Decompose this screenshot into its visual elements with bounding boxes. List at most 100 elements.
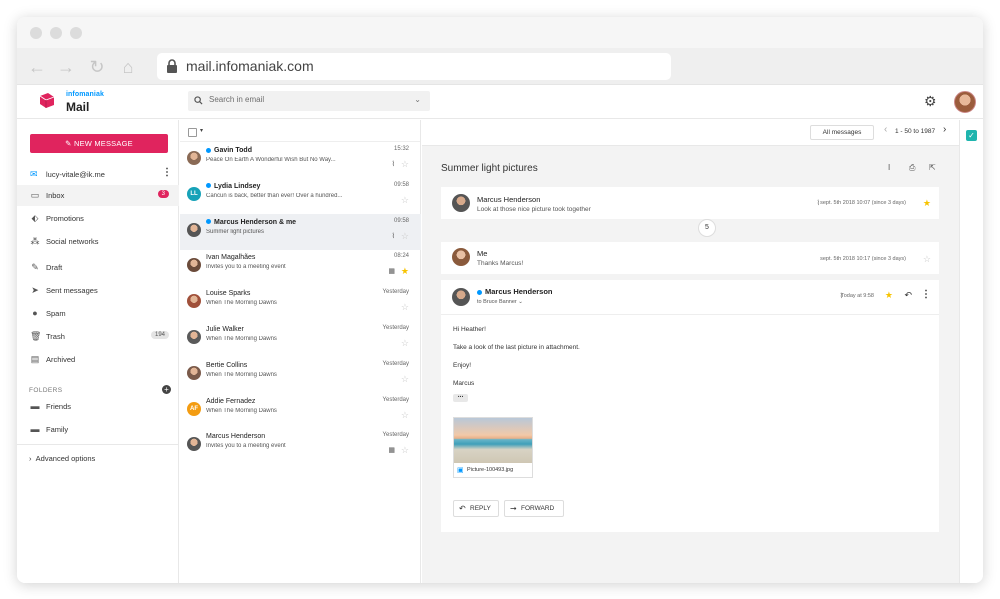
calendar-icon: ▦ [388,268,395,276]
archive-icon: ▤ [30,354,40,364]
message-preview: Cancun is back, better than ever! Over a… [206,192,343,199]
star-icon[interactable]: ☆ [401,445,409,456]
sidebar-item-spam[interactable]: ● Spam [17,303,179,324]
list-item[interactable]: Gavin Todd Peace On Earth A Wonderful Wis… [180,142,421,178]
sidebar-item-promotions[interactable]: ⬖ Promotions [17,208,179,229]
sidebar-item-inbox[interactable]: ▭ Inbox 3 [17,185,179,206]
window-maximize-dot[interactable] [70,27,82,39]
list-item[interactable]: Marcus Henderson & me Summer light pictur… [180,213,421,250]
star-icon[interactable]: ★ [401,266,409,277]
unread-dot [206,147,211,153]
address-bar[interactable]: mail.infomaniak.com [157,53,671,80]
sidebar-item-label: Friends [46,402,72,411]
attachment-filename: Picture-100493.jpg [467,467,514,473]
collapsed-count-badge[interactable]: 5 [698,219,716,237]
mail-icon: ✉ [30,169,38,179]
sidebar-item-label: Spam [46,309,66,318]
star-icon[interactable]: ☆ [401,231,409,242]
select-all-checkbox[interactable] [188,128,197,137]
calendar-app-icon[interactable]: ✓ [966,130,977,141]
browser-titlebar [17,17,983,48]
message-collapsed[interactable]: Me Thanks Marcus! sept. 5th 2018 10:17 (… [441,242,939,274]
avatar [452,194,470,212]
url-text: mail.infomaniak.com [186,58,314,74]
sidebar-folder-friends[interactable]: ▬ Friends [17,396,179,417]
sidebar-item-archived[interactable]: ▤ Archived [17,349,179,370]
next-page-icon[interactable]: › [943,124,946,135]
show-quoted-button[interactable]: ... [453,392,468,402]
new-message-button[interactable]: ✎ NEW MESSAGE [30,134,168,153]
sender-text: Gavin Todd [214,147,252,154]
select-dropdown-icon[interactable]: ▾ [200,127,203,134]
reload-icon[interactable]: ↻ [87,57,107,77]
message-preview: Invites you to a meeting event [206,443,286,450]
list-item[interactable]: LL Lydia Lindsey Cancun is back, better th… [180,178,421,214]
list-item[interactable]: Bertie Collins When The Morning Dawns Yest… [180,357,421,393]
sender-name: Marcus Henderson & me [206,219,296,226]
more-options-icon[interactable]: ⋮ [921,289,931,300]
sidebar-item-trash[interactable]: 🗑 Trash 194 [17,326,179,347]
draft-icon: ✎ [31,262,39,272]
open-new-window-icon[interactable]: ⇱ [929,163,936,172]
sidebar-item-social-networks[interactable]: ⁂ Social networks [17,231,179,252]
sidebar-item-draft[interactable]: ✎ Draft [17,257,179,278]
pager-text: 1 - 50 to 1987 [895,128,936,135]
attachment-thumbnail[interactable]: ▣ Picture-100493.jpg [453,417,533,478]
sender-text: Julie Walker [206,326,244,333]
back-arrow-icon[interactable]: ← [27,57,47,77]
chevron-down-icon: ⌄ [518,299,523,305]
advanced-options-link[interactable]: › Advanced options [29,454,95,463]
list-item[interactable]: AF Addie Fernadez When The Morning Dawns Ye… [180,393,421,429]
forward-arrow-icon[interactable]: → [56,57,76,77]
avatar [187,258,201,273]
recipient[interactable]: to Bruce Banner ⌄ [477,299,523,305]
account-row[interactable]: ✉ lucy-vitale@ik.me ⋮ [17,167,179,182]
text-cursor-icon[interactable]: I [888,163,890,172]
avatar: LL [187,186,201,201]
sender-name: Marcus Henderson [485,287,553,296]
star-icon[interactable]: ☆ [923,254,931,265]
window-minimize-dot[interactable] [50,27,62,39]
star-icon[interactable]: ☆ [401,338,409,349]
star-icon[interactable]: ☆ [401,410,409,421]
account-menu-icon[interactable]: ⋮ [162,167,172,178]
message-collapsed[interactable]: Marcus Henderson Look at those nice pict… [441,187,939,219]
sidebar-folder-family[interactable]: ▬ Family [17,419,179,440]
print-icon[interactable]: ⎙ [909,163,915,173]
app-header: infomaniak Mail Search in email ⌄ ⚙ [17,85,983,119]
star-icon[interactable]: ☆ [401,195,409,206]
list-item[interactable]: Marcus Henderson Invites you to a meeting… [180,428,421,464]
home-icon[interactable]: ⌂ [118,57,138,77]
app-title: Mail [66,100,90,114]
reply-button[interactable]: ↶ REPLY [453,500,499,517]
message-time: 15:32 [393,146,409,152]
add-folder-icon[interactable]: + [162,385,171,394]
chevron-down-icon[interactable]: ⌄ [414,95,421,104]
message-time: 08:24 [393,253,409,260]
body-line: Hi Heather! [453,326,486,333]
star-icon[interactable]: ★ [923,198,931,209]
search-input[interactable]: Search in email ⌄ [188,91,430,111]
sidebar-item-sent[interactable]: ➤ Sent messages [17,280,179,301]
sender-text: Lydia Lindsey [214,182,261,190]
list-item[interactable]: Ivan Magalhães Invites you to a meeting e… [180,249,421,285]
list-item[interactable]: Louise Sparks When The Morning Dawns Yeste… [180,285,421,321]
forward-button[interactable]: ➞ FORWARD [504,500,564,517]
star-icon[interactable]: ☆ [401,302,409,313]
star-icon[interactable]: ☆ [401,159,409,170]
window-close-dot[interactable] [30,27,42,39]
forward-icon: ➞ [510,504,517,513]
sender-text: Marcus Henderson [206,433,266,441]
list-item[interactable]: Julie Walker When The Morning Dawns Yester… [180,321,421,357]
avatar [187,330,201,344]
star-icon[interactable]: ★ [885,290,893,301]
filter-select[interactable]: All messages [810,125,874,140]
prev-page-icon[interactable]: ‹ [884,124,887,135]
sender-name: Bertie Collins [206,362,247,369]
gear-icon[interactable]: ⚙ [924,93,937,110]
user-avatar[interactable] [954,91,976,113]
star-icon[interactable]: ☆ [401,374,409,385]
message-time: 09:58 [393,181,409,188]
browser-window: ← → ↻ ⌂ mail.infomaniak.com infomaniak M… [17,17,983,583]
reply-icon[interactable]: ↶ [904,290,912,301]
